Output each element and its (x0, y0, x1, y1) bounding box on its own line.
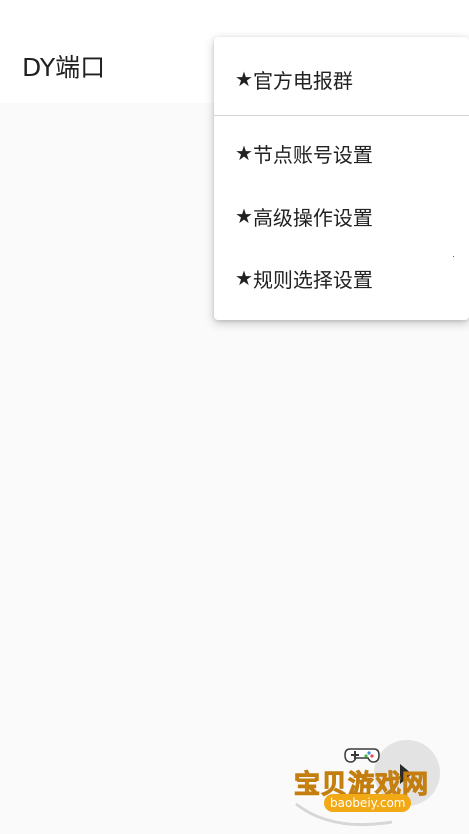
gamepad-icon (344, 748, 380, 763)
app-title: DY端口 (22, 53, 106, 82)
menu-item-rule-selection-settings[interactable]: ★ 规则选择设置 (214, 248, 469, 308)
menu-item-label: 官方电报群 (252, 68, 353, 93)
swoosh-icon (295, 802, 393, 827)
menu-item-label: 高级操作设置 (252, 205, 373, 230)
menu-item-telegram-group[interactable]: ★ 官方电报群 (214, 49, 469, 109)
star-icon: ★ (235, 67, 253, 91)
overflow-menu: ★ 官方电报群 ★ 节点账号设置 ★ 高级操作设置 ★ 规则选择设置 (214, 37, 469, 320)
menu-speck (453, 256, 454, 257)
menu-item-label: 节点账号设置 (252, 142, 373, 167)
menu-item-label: 规则选择设置 (252, 267, 373, 292)
star-icon: ★ (235, 204, 253, 228)
star-icon: ★ (235, 266, 253, 290)
menu-item-advanced-settings[interactable]: ★ 高级操作设置 (214, 186, 469, 246)
watermark: 宝贝游戏网 baobeiy.com (292, 740, 452, 832)
menu-item-node-account-settings[interactable]: ★ 节点账号设置 (214, 123, 469, 183)
menu-divider (214, 115, 469, 116)
star-icon: ★ (235, 141, 253, 165)
